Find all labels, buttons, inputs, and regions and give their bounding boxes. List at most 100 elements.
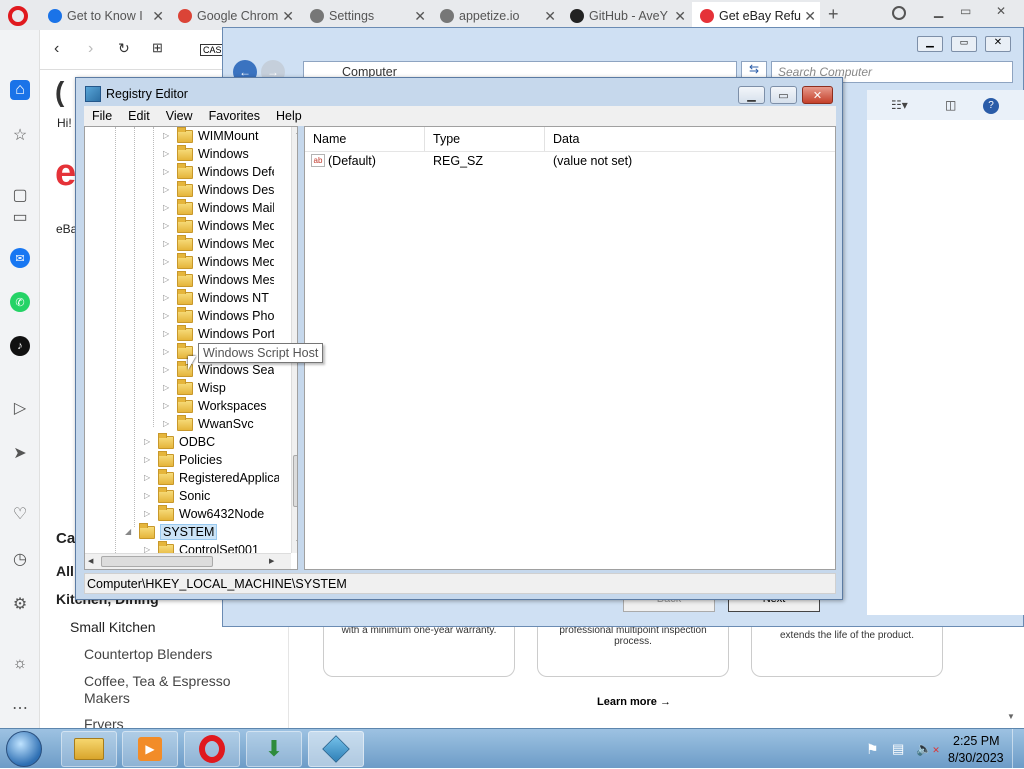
tiktok-icon[interactable]: ♪ xyxy=(10,336,30,356)
expand-arrow-icon[interactable]: ▷ xyxy=(163,149,169,158)
registry-values-pane[interactable]: Name Type Data ab (Default) REG_SZ (valu… xyxy=(304,126,836,570)
regedit-taskbar-icon[interactable] xyxy=(308,731,364,767)
tree-node[interactable]: ▷ Windows Mess xyxy=(163,270,274,289)
expand-arrow-icon[interactable]: ▷ xyxy=(163,185,169,194)
maximize-button[interactable]: ▭ xyxy=(951,36,977,52)
expand-arrow-icon[interactable]: ▷ xyxy=(163,365,169,374)
category-item[interactable]: Countertop Blenders xyxy=(84,646,212,662)
shopping-icon[interactable]: ▢ xyxy=(10,185,30,205)
expand-arrow-icon[interactable]: ▷ xyxy=(163,221,169,230)
maximize-button[interactable]: ▭ xyxy=(960,4,971,18)
tree-node[interactable]: ▷ Policies xyxy=(144,450,279,469)
preview-pane-icon[interactable]: ◫ xyxy=(945,98,956,112)
expand-arrow-icon[interactable]: ▷ xyxy=(163,383,169,392)
whatsapp-icon[interactable]: ✆ xyxy=(10,292,30,312)
column-header-name[interactable]: Name xyxy=(305,127,425,151)
tree-node[interactable]: ▷ Windows Med xyxy=(163,216,274,235)
tabs-grid-icon[interactable]: ⊞ xyxy=(152,40,163,56)
tree-vertical-scrollbar[interactable]: ▲ ▼ xyxy=(291,127,297,553)
tree-node[interactable]: ▷ Sonic xyxy=(144,486,279,505)
media-player-taskbar-icon[interactable]: ▶ xyxy=(122,731,178,767)
expand-arrow-icon[interactable]: ▷ xyxy=(163,311,169,320)
reload-icon[interactable]: ↻ xyxy=(118,40,130,57)
wallet-icon[interactable]: ▭ xyxy=(10,207,30,227)
tree-node[interactable]: ▷ Windows Med xyxy=(163,252,274,271)
menu-help[interactable]: Help xyxy=(268,109,310,123)
title-bar[interactable]: Registry Editor ▁ ▭ ✕ xyxy=(76,78,842,108)
expand-arrow-icon[interactable]: ▷ xyxy=(163,167,169,176)
browser-tab[interactable]: Get to Know I ✕ xyxy=(40,2,168,30)
clock-time[interactable]: 2:25 PM xyxy=(953,734,1000,748)
new-tab-button[interactable]: + xyxy=(828,4,839,25)
start-button-icon[interactable] xyxy=(6,731,42,767)
expand-arrow-icon[interactable]: ▷ xyxy=(163,329,169,338)
expand-arrow-icon[interactable]: ▷ xyxy=(163,239,169,248)
tips-icon[interactable]: ☼ xyxy=(10,654,30,674)
menu-view[interactable]: View xyxy=(158,109,201,123)
tree-node[interactable]: ▷ Windows Desk xyxy=(163,180,274,199)
tree-node[interactable]: ▷ WIMMount xyxy=(163,127,274,145)
minimize-button[interactable]: ▁ xyxy=(738,86,765,104)
flag-icon[interactable]: ⚑ xyxy=(866,741,879,758)
show-desktop-button[interactable] xyxy=(1012,729,1024,769)
file-explorer-taskbar-icon[interactable] xyxy=(61,731,117,767)
send-icon[interactable]: ➤ xyxy=(10,443,30,463)
scroll-thumb[interactable] xyxy=(101,556,213,567)
opera-logo[interactable] xyxy=(8,6,28,26)
browser-tab[interactable]: GitHub - AveY ✕ xyxy=(562,2,690,30)
menu-edit[interactable]: Edit xyxy=(120,109,158,123)
search-tabs-icon[interactable] xyxy=(892,6,906,20)
tree-node[interactable]: ▷ Windows Defe xyxy=(163,162,274,181)
close-button[interactable]: ✕ xyxy=(802,86,833,104)
menu-favorites[interactable]: Favorites xyxy=(201,109,268,123)
heart-icon[interactable]: ♡ xyxy=(10,504,30,524)
tree-node[interactable]: ▷ Windows Porta xyxy=(163,324,274,343)
expand-arrow-icon[interactable]: ▷ xyxy=(144,473,150,482)
close-button[interactable]: ✕ xyxy=(985,36,1011,52)
tree-node[interactable]: ▷ RegisteredApplica xyxy=(144,468,279,487)
home-icon[interactable]: ⌂ xyxy=(10,80,30,100)
close-tab-icon[interactable]: ✕ xyxy=(674,8,686,25)
view-options-icon[interactable]: ☷▾ xyxy=(891,98,908,112)
tree-node[interactable]: ◢ SYSTEM xyxy=(125,522,218,541)
scroll-down-arrow[interactable]: ▼ xyxy=(1007,712,1015,721)
more-icon[interactable]: ⋯ xyxy=(10,698,30,718)
expand-arrow-icon[interactable]: ▷ xyxy=(144,491,150,500)
minimize-button[interactable]: ▁ xyxy=(917,36,943,52)
expand-arrow-icon[interactable]: ▷ xyxy=(163,131,169,140)
expand-arrow-icon[interactable]: ▷ xyxy=(163,347,169,356)
messenger-icon[interactable]: ✉ xyxy=(10,248,30,268)
forward-arrow-icon[interactable]: › xyxy=(88,40,93,58)
tree-node[interactable]: ▷ Wisp xyxy=(163,378,274,397)
download-app-taskbar-icon[interactable]: ⬇ xyxy=(246,731,302,767)
browser-tab[interactable]: appetize.io ✕ xyxy=(432,2,560,30)
expand-arrow-icon[interactable]: ▷ xyxy=(163,401,169,410)
clock-date[interactable]: 8/30/2023 xyxy=(948,751,1004,765)
maximize-button[interactable]: ▭ xyxy=(770,86,797,104)
browser-tab[interactable]: Google Chrom ✕ xyxy=(170,2,298,30)
scroll-left-arrow[interactable]: ◀ xyxy=(88,557,93,565)
browser-tab[interactable]: Get eBay Refu ✕ xyxy=(692,2,820,30)
network-icon[interactable]: ▤ xyxy=(892,741,904,757)
expand-arrow-icon[interactable]: ▷ xyxy=(144,437,150,446)
bookmarks-icon[interactable]: ☆ xyxy=(10,125,30,145)
category-item[interactable]: Coffee, Tea & Espresso Makers xyxy=(84,673,254,707)
player-icon[interactable]: ▷ xyxy=(10,398,30,418)
close-tab-icon[interactable]: ✕ xyxy=(282,8,294,25)
tree-node[interactable]: ▷ Windows Mail xyxy=(163,198,274,217)
column-header-data[interactable]: Data xyxy=(545,127,835,151)
expand-arrow-icon[interactable]: ▷ xyxy=(144,509,150,518)
learn-more-link[interactable]: Learn more → xyxy=(597,696,671,708)
collapse-arrow-icon[interactable]: ◢ xyxy=(125,527,131,536)
menu-file[interactable]: File xyxy=(84,109,120,123)
settings-icon[interactable]: ⚙ xyxy=(10,594,30,614)
volume-muted-icon[interactable]: 🔈✕ xyxy=(916,741,940,757)
all-categories-link[interactable]: All xyxy=(56,563,74,579)
tree-node[interactable]: ▷ Windows Phot xyxy=(163,306,274,325)
history-icon[interactable]: ◷ xyxy=(10,549,30,569)
scroll-right-arrow[interactable]: ▶ xyxy=(269,557,274,565)
scroll-up-arrow[interactable]: ▲ xyxy=(295,129,297,136)
close-tab-icon[interactable]: ✕ xyxy=(544,8,556,25)
small-kitchen-link[interactable]: Small Kitchen xyxy=(70,619,156,635)
tree-node[interactable]: ▷ Windows NT xyxy=(163,288,274,307)
